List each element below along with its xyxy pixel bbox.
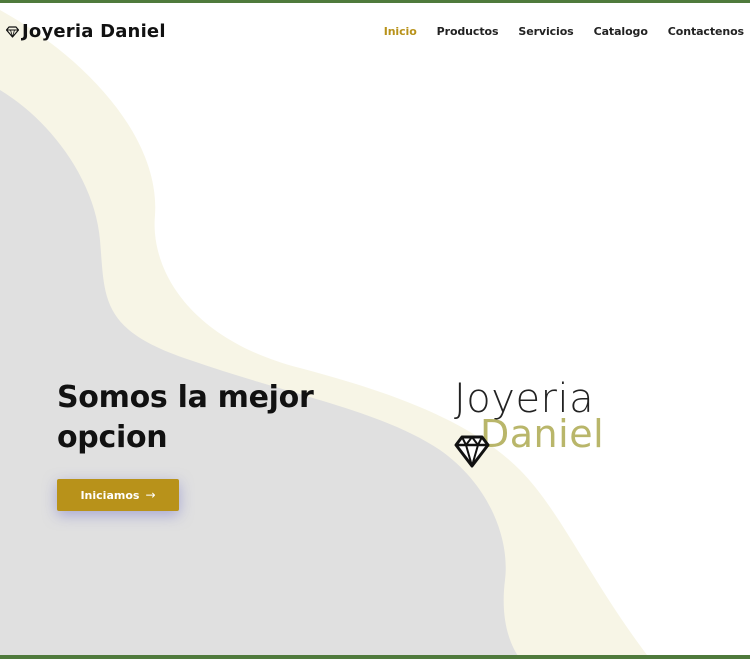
iniciamos-button[interactable]: Iniciamos → — [57, 479, 179, 511]
window-top-border — [0, 0, 750, 3]
diamond-icon — [6, 25, 19, 38]
brand-name: Joyeria Daniel — [22, 21, 166, 42]
arrow-right-icon: → — [145, 488, 156, 502]
iniciamos-button-label: Iniciamos — [80, 488, 140, 502]
window-bottom-border — [0, 655, 750, 659]
brand-link[interactable]: Joyeria Daniel — [6, 21, 166, 42]
main-nav: Inicio Productos Servicios Catalogo Cont… — [364, 25, 744, 38]
diamond-icon — [454, 435, 490, 468]
nav-item-inicio[interactable]: Inicio — [384, 25, 417, 38]
nav-item-servicios[interactable]: Servicios — [518, 25, 573, 38]
site-header: Joyeria Daniel Inicio Productos Servicio… — [0, 3, 750, 61]
nav-item-productos[interactable]: Productos — [437, 25, 499, 38]
hero-title: Somos la mejor opcion — [57, 380, 314, 455]
nav-item-catalogo[interactable]: Catalogo — [594, 25, 648, 38]
logo-text-line2: Daniel — [480, 412, 605, 456]
nav-item-contactenos[interactable]: Contactenos — [668, 25, 744, 38]
background-shapes — [0, 10, 650, 659]
joyeria-daniel-logo: Joyeria Daniel — [448, 376, 618, 472]
